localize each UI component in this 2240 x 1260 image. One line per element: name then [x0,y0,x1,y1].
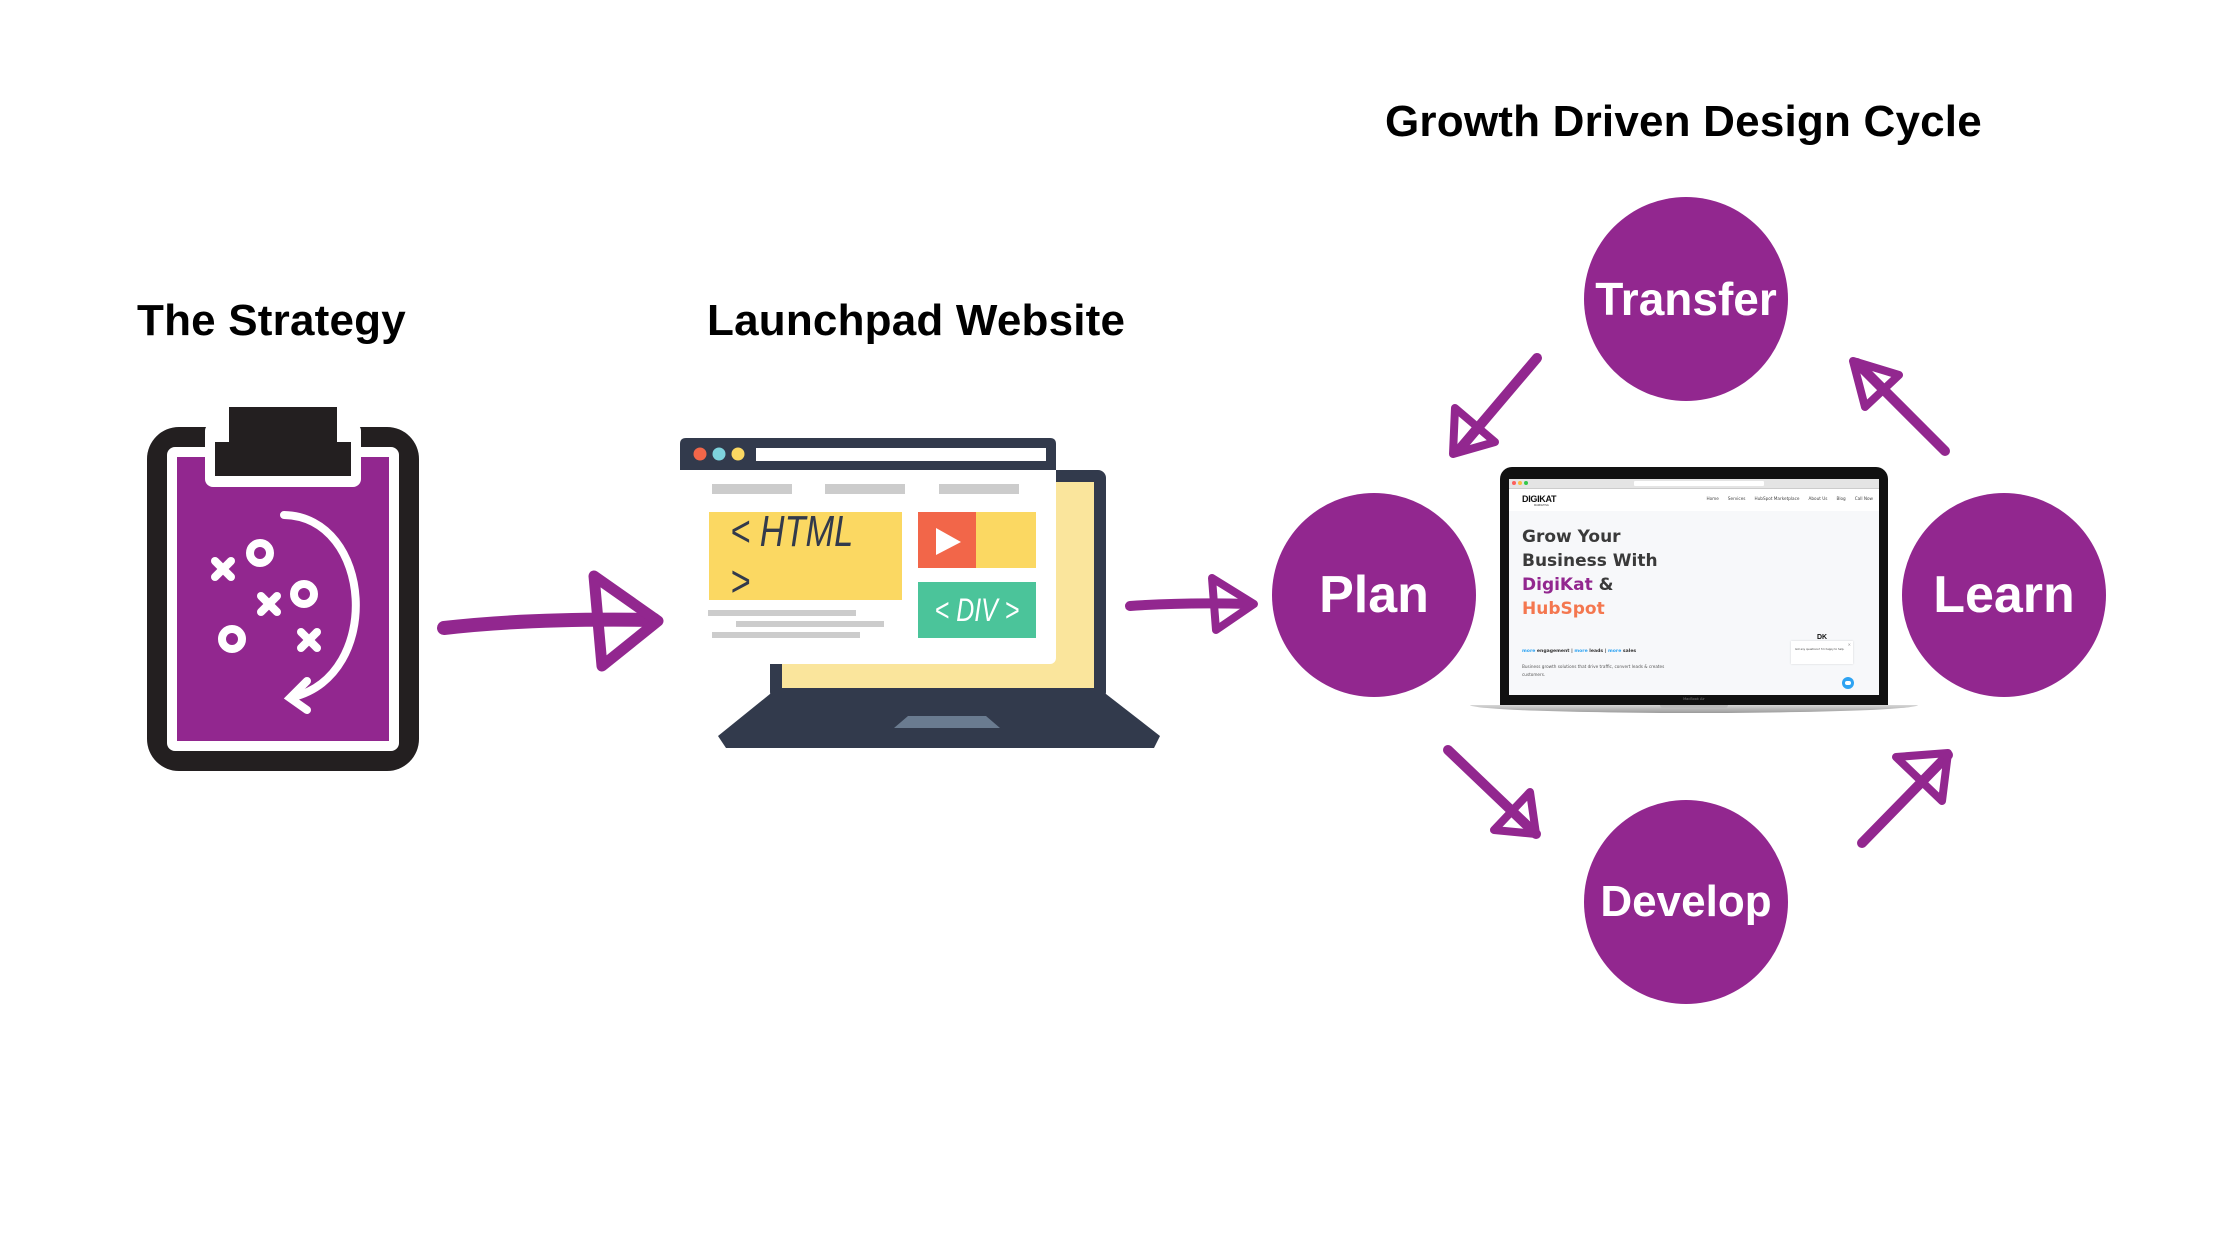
tagline-more: more [1574,649,1588,654]
laptop-screen: DIGIKAT MARKETING Home Services HubSpot … [1509,479,1879,695]
arrow-strategy-to-launchpad [437,570,664,672]
nav-about-us[interactable]: About Us [1808,496,1827,501]
strategy-heading: The Strategy [137,296,406,345]
tagline-more: more [1522,649,1536,654]
x-mark-icon [211,557,235,581]
device-label: MacBook Air [1683,697,1705,701]
digikat-logo-sub: MARKETING [1534,504,1549,507]
cycle-step-label: Learn [1933,566,2075,624]
address-bar[interactable] [1634,481,1764,486]
cycle-step-label: Transfer [1595,273,1777,325]
description-line: customers. [1522,672,1546,677]
hero-line-2: Business With [1522,551,1658,571]
tagline-part: engagement | [1535,649,1575,654]
html-code-label: < HTML > [730,507,853,606]
laptop-notch [1660,705,1728,708]
site-header: DIGIKAT MARKETING Home Services HubSpot … [1509,489,1879,511]
hero: Grow Your Business With DigiKat & HubSpo… [1522,525,1658,621]
chat-bubble-button[interactable] [1842,677,1854,689]
hero-amp: & [1592,575,1614,595]
chat-logo: DK [1817,634,1828,641]
x-mark-icon [257,592,281,616]
cycle-step-label: Plan [1319,566,1429,624]
browser-dots-icon [693,447,745,461]
cycle-step-label: Develop [1600,877,1772,926]
nav-call-now[interactable]: Call Now [1855,496,1873,501]
site-nav: Home Services HubSpot Marketplace About … [1706,496,1873,501]
nav-hubspot-marketplace[interactable]: HubSpot Marketplace [1755,496,1800,501]
arrow-develop-to-learn [1857,749,1953,848]
launchpad-heading: Launchpad Website [707,296,1126,345]
arrow-launchpad-to-plan [1125,574,1258,634]
div-code-label: < DIV > [934,591,1020,628]
nav-services[interactable]: Services [1728,496,1746,501]
chat-icon [1845,681,1851,685]
cycle-step-develop: Develop [1584,800,1788,1004]
chat-popup[interactable]: DK Got any questions? I'm happy to help.… [1791,634,1853,664]
hero-brand-hubspot: HubSpot [1522,599,1605,619]
close-icon[interactable]: ✕ [1848,642,1851,647]
hero-brand-digikat: DigiKat [1522,575,1593,595]
cycle-step-plan: Plan [1272,493,1476,697]
arrow-transfer-to-plan [1449,353,1542,458]
cycle-step-learn: Learn [1902,493,2106,697]
tagline-more: more [1607,649,1622,654]
x-mark-icon [297,628,321,652]
nav-blog[interactable]: Blog [1836,496,1845,501]
browser-toolbar [1509,479,1879,489]
cycle-step-transfer: Transfer [1584,197,1788,401]
arrow-plan-to-develop [1443,745,1541,839]
nav-home[interactable]: Home [1706,496,1718,501]
cycle-heading: Growth Driven Design Cycle [1385,97,1982,146]
tagline: more engagement | more leads | more sale… [1522,649,1636,654]
arrow-learn-to-transfer [1849,357,1950,456]
digikat-logo[interactable]: DIGIKAT [1522,494,1557,504]
clipboard-icon [147,407,419,771]
description-line: Business growth solutions that drive tra… [1522,664,1665,669]
chat-message: Got any questions? I'm happy to help. [1795,648,1845,651]
macbook-mockup: DIGIKAT MARKETING Home Services HubSpot … [1470,465,1918,725]
tagline-part: sales [1621,649,1637,654]
tagline-part: leads | [1587,649,1608,654]
hero-description: Business growth solutions that drive tra… [1522,663,1664,679]
hero-line-1: Grow Your [1522,527,1621,547]
